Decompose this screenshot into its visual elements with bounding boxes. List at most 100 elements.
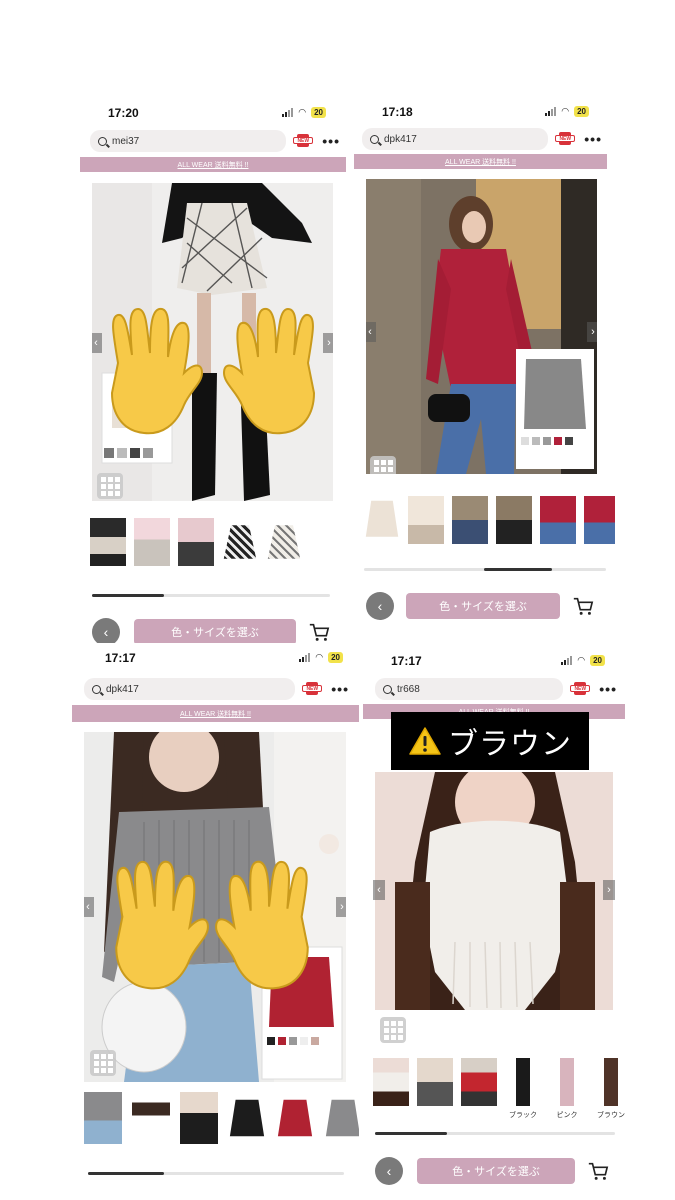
product-photo[interactable]: ‹ › [366, 179, 597, 474]
new-gift-icon[interactable]: NEW [570, 682, 591, 696]
thumb-scrollbar[interactable] [88, 1172, 344, 1175]
thumbnail[interactable] [180, 1092, 218, 1144]
screen-dpk417-grey: 17:17 ◠ 20 dpk417 NEW ••• ALL WEAR 送料無料 … [72, 645, 359, 1190]
battery-indicator: 20 [328, 652, 343, 663]
status-bar: 17:17 ◠ 20 [72, 645, 359, 673]
signal-icon [282, 108, 294, 117]
clock: 17:20 [108, 106, 139, 120]
wifi-icon: ◠ [561, 106, 570, 116]
shipping-banner[interactable]: ALL WEAR 送料無料 !! [354, 154, 607, 169]
swatch-ivory[interactable]: アイボリー [267, 525, 301, 559]
thumbnail-strip: アイボリー [364, 496, 615, 544]
signal-icon [561, 656, 573, 665]
thumbnail[interactable] [540, 496, 576, 544]
choose-color-size-button[interactable]: 色・サイズを選ぶ [134, 619, 296, 643]
search-icon [92, 684, 101, 694]
swatch-black[interactable]: ブラック [223, 525, 257, 559]
thumbnail[interactable] [90, 518, 126, 566]
next-image-arrow[interactable]: › [603, 880, 615, 900]
battery-indicator: 20 [574, 106, 589, 117]
shipping-banner[interactable]: ALL WEAR 送料無料 !! [72, 705, 359, 722]
prev-image-arrow[interactable]: ‹ [366, 322, 376, 342]
search-input[interactable]: tr668 [375, 678, 564, 700]
thumbnail[interactable] [373, 1058, 409, 1106]
choose-color-size-button[interactable]: 色・サイズを選ぶ [417, 1158, 575, 1184]
screen-tr668: 17:17 ◠ 20 tr668 NEW ••• ALL WEAR 送料無料 !… [363, 645, 625, 1195]
back-button[interactable]: ‹ [92, 618, 120, 643]
battery-indicator: 20 [590, 655, 605, 666]
signal-icon [299, 653, 311, 662]
product-photo[interactable] [375, 772, 613, 1010]
choose-color-size-button[interactable]: 色・サイズを選ぶ [406, 593, 560, 619]
thumb-scrollbar[interactable] [92, 594, 330, 597]
thumbnail-strip: ブラック レッド グレー [84, 1092, 359, 1144]
raised-hand-left-icon [110, 307, 204, 435]
more-menu-button[interactable]: ••• [331, 681, 349, 697]
search-input[interactable]: dpk417 [362, 128, 549, 150]
search-input[interactable]: dpk417 [84, 678, 296, 700]
swatch-grey[interactable]: グレー [325, 1099, 359, 1137]
thumbnail[interactable] [84, 1092, 122, 1144]
thumbnail[interactable] [417, 1058, 453, 1106]
grid-view-icon[interactable] [97, 473, 123, 499]
thumbnail-strip: ブラック ピンク ブラウン [373, 1058, 625, 1119]
thumbnail[interactable] [408, 496, 444, 544]
status-bar: 17:20 ◠ 20 [80, 98, 346, 126]
next-image-arrow[interactable]: › [336, 897, 346, 917]
back-button[interactable]: ‹ [375, 1157, 403, 1185]
status-bar: 17:18 ◠ 20 [354, 98, 615, 126]
cart-icon[interactable] [572, 595, 594, 617]
new-gift-icon[interactable]: NEW [302, 682, 323, 696]
swatch-pink[interactable]: ピンク [549, 1058, 585, 1119]
thumbnail[interactable] [452, 496, 488, 544]
prev-image-arrow[interactable]: ‹ [373, 880, 385, 900]
grid-view-icon[interactable] [380, 1017, 406, 1043]
search-icon [383, 684, 392, 694]
thumbnail[interactable] [132, 1092, 170, 1144]
swatch-brown[interactable]: ブラウン [593, 1058, 625, 1119]
swatch-black[interactable]: ブラック [229, 1099, 265, 1137]
back-button[interactable]: ‹ [366, 592, 394, 620]
thumbnail[interactable] [134, 518, 170, 566]
raised-hand-left-icon [115, 860, 209, 990]
screen-mei37: 17:20 ◠ 20 mei37 NEW ••• ALL WEAR 送料無料 !… [80, 98, 346, 643]
thumb-scrollbar[interactable] [375, 1132, 615, 1135]
new-gift-icon[interactable]: NEW [555, 132, 576, 146]
more-menu-button[interactable]: ••• [584, 131, 602, 147]
next-image-arrow[interactable]: › [587, 322, 597, 342]
clock: 17:17 [105, 651, 136, 665]
thumbnail[interactable] [584, 496, 615, 544]
cart-icon[interactable] [308, 621, 330, 643]
search-icon [370, 134, 379, 144]
swatch-red[interactable]: レッド [277, 1099, 313, 1137]
more-menu-button[interactable]: ••• [322, 133, 340, 149]
new-gift-icon[interactable]: NEW [293, 134, 314, 148]
swatch-black[interactable]: ブラック [505, 1058, 541, 1119]
prev-image-arrow[interactable]: ‹ [84, 897, 94, 917]
thumbnail[interactable] [178, 518, 214, 566]
thumbnail[interactable] [496, 496, 532, 544]
cart-icon[interactable] [587, 1160, 609, 1182]
battery-indicator: 20 [311, 107, 326, 118]
screen-dpk417-red: 17:18 ◠ 20 dpk417 NEW ••• ALL WEAR 送料無料 … [354, 98, 615, 628]
grid-view-icon[interactable] [370, 456, 396, 474]
clock: 17:18 [382, 105, 413, 119]
raised-hand-right-icon [215, 860, 309, 990]
thumb-scrollbar[interactable] [364, 568, 606, 571]
thumbnail-strip: ブラック アイボリー [90, 518, 302, 566]
wifi-icon: ◠ [298, 107, 307, 117]
wifi-icon: ◠ [315, 652, 324, 662]
product-image [375, 772, 613, 1010]
search-icon [98, 136, 107, 146]
swatch-ivory[interactable]: アイボリー [365, 500, 399, 537]
clock: 17:17 [391, 654, 422, 668]
wifi-icon: ◠ [577, 655, 586, 665]
more-menu-button[interactable]: ••• [599, 681, 617, 697]
shipping-banner[interactable]: ALL WEAR 送料無料 !! [80, 157, 346, 172]
product-image [366, 179, 597, 474]
search-input[interactable]: mei37 [90, 130, 287, 152]
thumbnail[interactable] [461, 1058, 497, 1106]
raised-hand-right-icon [222, 307, 316, 435]
grid-view-icon[interactable] [90, 1050, 116, 1076]
signal-icon [545, 107, 557, 116]
